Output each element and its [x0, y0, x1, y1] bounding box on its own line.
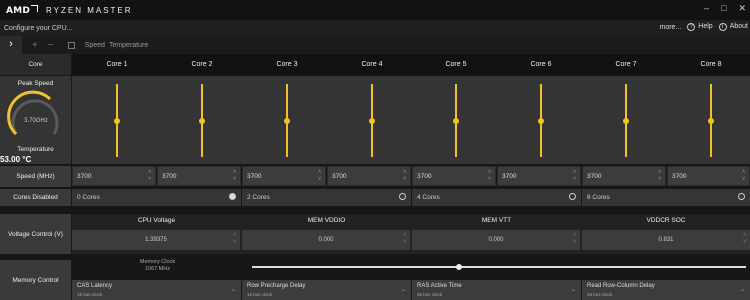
- row-precharge-dropdown[interactable]: Row Precharge Delay 15 bus clock ⌄: [242, 280, 411, 300]
- chevron-down-icon: ⌄: [570, 287, 576, 293]
- speed-toggle[interactable]: Speed: [85, 42, 105, 49]
- core-slider-thumb[interactable]: [369, 117, 375, 124]
- about-button[interactable]: i About: [718, 23, 748, 31]
- mem-vtt-input[interactable]: 0.000 ˄ ˅: [412, 230, 580, 250]
- core-label: Core 4: [361, 61, 383, 68]
- expand-chevron-icon[interactable]: ›: [0, 36, 22, 54]
- core7-speed-input[interactable]: 3700 ˄ ˅: [582, 166, 666, 186]
- ras-active-dropdown[interactable]: RAS Active Time 36 bus clock ⌄: [412, 280, 581, 300]
- row-label-speed: Speed (MHz): [0, 166, 71, 187]
- close-icon[interactable]: ✕: [738, 3, 746, 14]
- row-label-memory: Memory Control: [0, 260, 71, 300]
- amd-logo: AMD: [6, 4, 38, 16]
- disable-option-0[interactable]: 0 Cores: [72, 189, 241, 206]
- radio-unselected[interactable]: [738, 193, 745, 200]
- radio-selected[interactable]: [229, 193, 236, 200]
- info-icon: i: [718, 23, 727, 31]
- radio-unselected[interactable]: [399, 193, 406, 200]
- cpu-voltage-label: CPU Voltage: [137, 217, 176, 224]
- core-label: Core 5: [445, 61, 467, 68]
- peak-speed-label: Peak Speed: [17, 80, 54, 87]
- mem-vddio-input[interactable]: 0.000 ˄ ˅: [242, 230, 410, 250]
- core-slider-thumb[interactable]: [538, 117, 544, 124]
- core-slider-thumb[interactable]: [623, 117, 629, 124]
- disable-option-2[interactable]: 2 Cores: [242, 189, 411, 206]
- core-slider-thumb[interactable]: [708, 117, 714, 124]
- main-panel: Core Peak Speed 3.70GHz Temperature 53.0…: [0, 54, 750, 300]
- core-label: Core 6: [530, 61, 552, 68]
- row-label-voltage: Voltage Control (V): [0, 214, 71, 254]
- core-label: Core 8: [700, 61, 722, 68]
- mem-vtt-label: MEM VTT: [481, 217, 512, 224]
- core-label: Core 3: [276, 61, 298, 68]
- core-slider-thumb[interactable]: [284, 117, 290, 124]
- core8-speed-input[interactable]: 3700 ˄ ˅: [667, 166, 750, 186]
- disable-option-4[interactable]: 4 Cores: [412, 189, 581, 206]
- memory-clock-slider[interactable]: [252, 266, 746, 268]
- remove-icon[interactable]: −: [48, 40, 54, 51]
- core4-speed-input[interactable]: 3700 ˄ ˅: [327, 166, 411, 186]
- core-slider-thumb[interactable]: [453, 117, 459, 124]
- chevron-down-icon: ⌄: [230, 287, 236, 293]
- minimize-icon[interactable]: –: [704, 3, 709, 14]
- core-speed-sliders: [72, 76, 750, 164]
- maximize-icon[interactable]: □: [721, 3, 726, 14]
- core2-speed-input[interactable]: 3700 ˄ ˅: [157, 166, 241, 186]
- memory-clock-readout: Memory Clock 1067 MHz: [139, 259, 176, 272]
- core1-speed-input[interactable]: 3700 ˄ ˅: [72, 166, 156, 186]
- core-label: Core 7: [615, 61, 637, 68]
- core3-speed-input[interactable]: 3700 ˄ ˅: [242, 166, 326, 186]
- configure-label: Configure your CPU...: [4, 24, 73, 32]
- chevron-down-icon: ⌄: [739, 287, 745, 293]
- toolbar: › + − Speed Temperature: [0, 36, 750, 54]
- help-icon: ?: [687, 23, 696, 31]
- temperature-value: 53.00 °C: [0, 155, 32, 164]
- row-label-cores-disabled: Cores Disabled: [0, 189, 71, 206]
- core5-speed-input[interactable]: 3700 ˄ ˅: [412, 166, 496, 186]
- disable-option-6[interactable]: 6 Cores: [582, 189, 750, 206]
- core-header-row: Core 1 Core 2 Core 3 Core 4 Core 5 Core …: [72, 54, 750, 75]
- select-checkbox[interactable]: [67, 41, 75, 49]
- memory-clock-slider-thumb[interactable]: [456, 264, 463, 270]
- peak-speed-panel: Peak Speed 3.70GHz Temperature: [0, 76, 71, 164]
- mem-vddio-label: MEM VDDIO: [307, 217, 346, 224]
- help-button[interactable]: ? Help: [687, 23, 713, 31]
- cpu-voltage-input[interactable]: 1.39375 ˄ ˅: [72, 230, 240, 250]
- core-slider-thumb[interactable]: [199, 117, 205, 124]
- temperature-toggle[interactable]: Temperature: [109, 42, 148, 49]
- title-bar: AMD RYZEN MASTER – □ ✕: [0, 0, 750, 20]
- radio-unselected[interactable]: [569, 193, 576, 200]
- vddcr-soc-input[interactable]: 0.831 ˄ ˅: [582, 230, 750, 250]
- vddcr-soc-label: VDDCR SOC: [646, 217, 686, 224]
- core-label: Core 2: [191, 61, 213, 68]
- read-row-column-dropdown[interactable]: Read Row-Column Delay 15 bus clock ⌄: [582, 280, 750, 300]
- app-title: RYZEN MASTER: [46, 5, 133, 15]
- core6-speed-input[interactable]: 3700 ˄ ˅: [497, 166, 581, 186]
- top-bar: Configure your CPU... more... ? Help i Abo…: [0, 20, 750, 36]
- speed-gauge: [7, 90, 59, 136]
- peak-speed-value: 3.70GHz: [24, 118, 48, 124]
- chevron-down-icon: ⌄: [400, 287, 406, 293]
- temperature-label: Temperature: [17, 146, 54, 153]
- core-label: Core 1: [106, 61, 128, 68]
- add-icon[interactable]: +: [32, 40, 38, 51]
- cas-latency-dropdown[interactable]: CAS Latency 15 bus clock ⌄: [72, 280, 241, 300]
- more-link[interactable]: more...: [660, 24, 682, 31]
- core-slider-thumb[interactable]: [114, 117, 120, 124]
- row-label-core: Core: [0, 54, 71, 75]
